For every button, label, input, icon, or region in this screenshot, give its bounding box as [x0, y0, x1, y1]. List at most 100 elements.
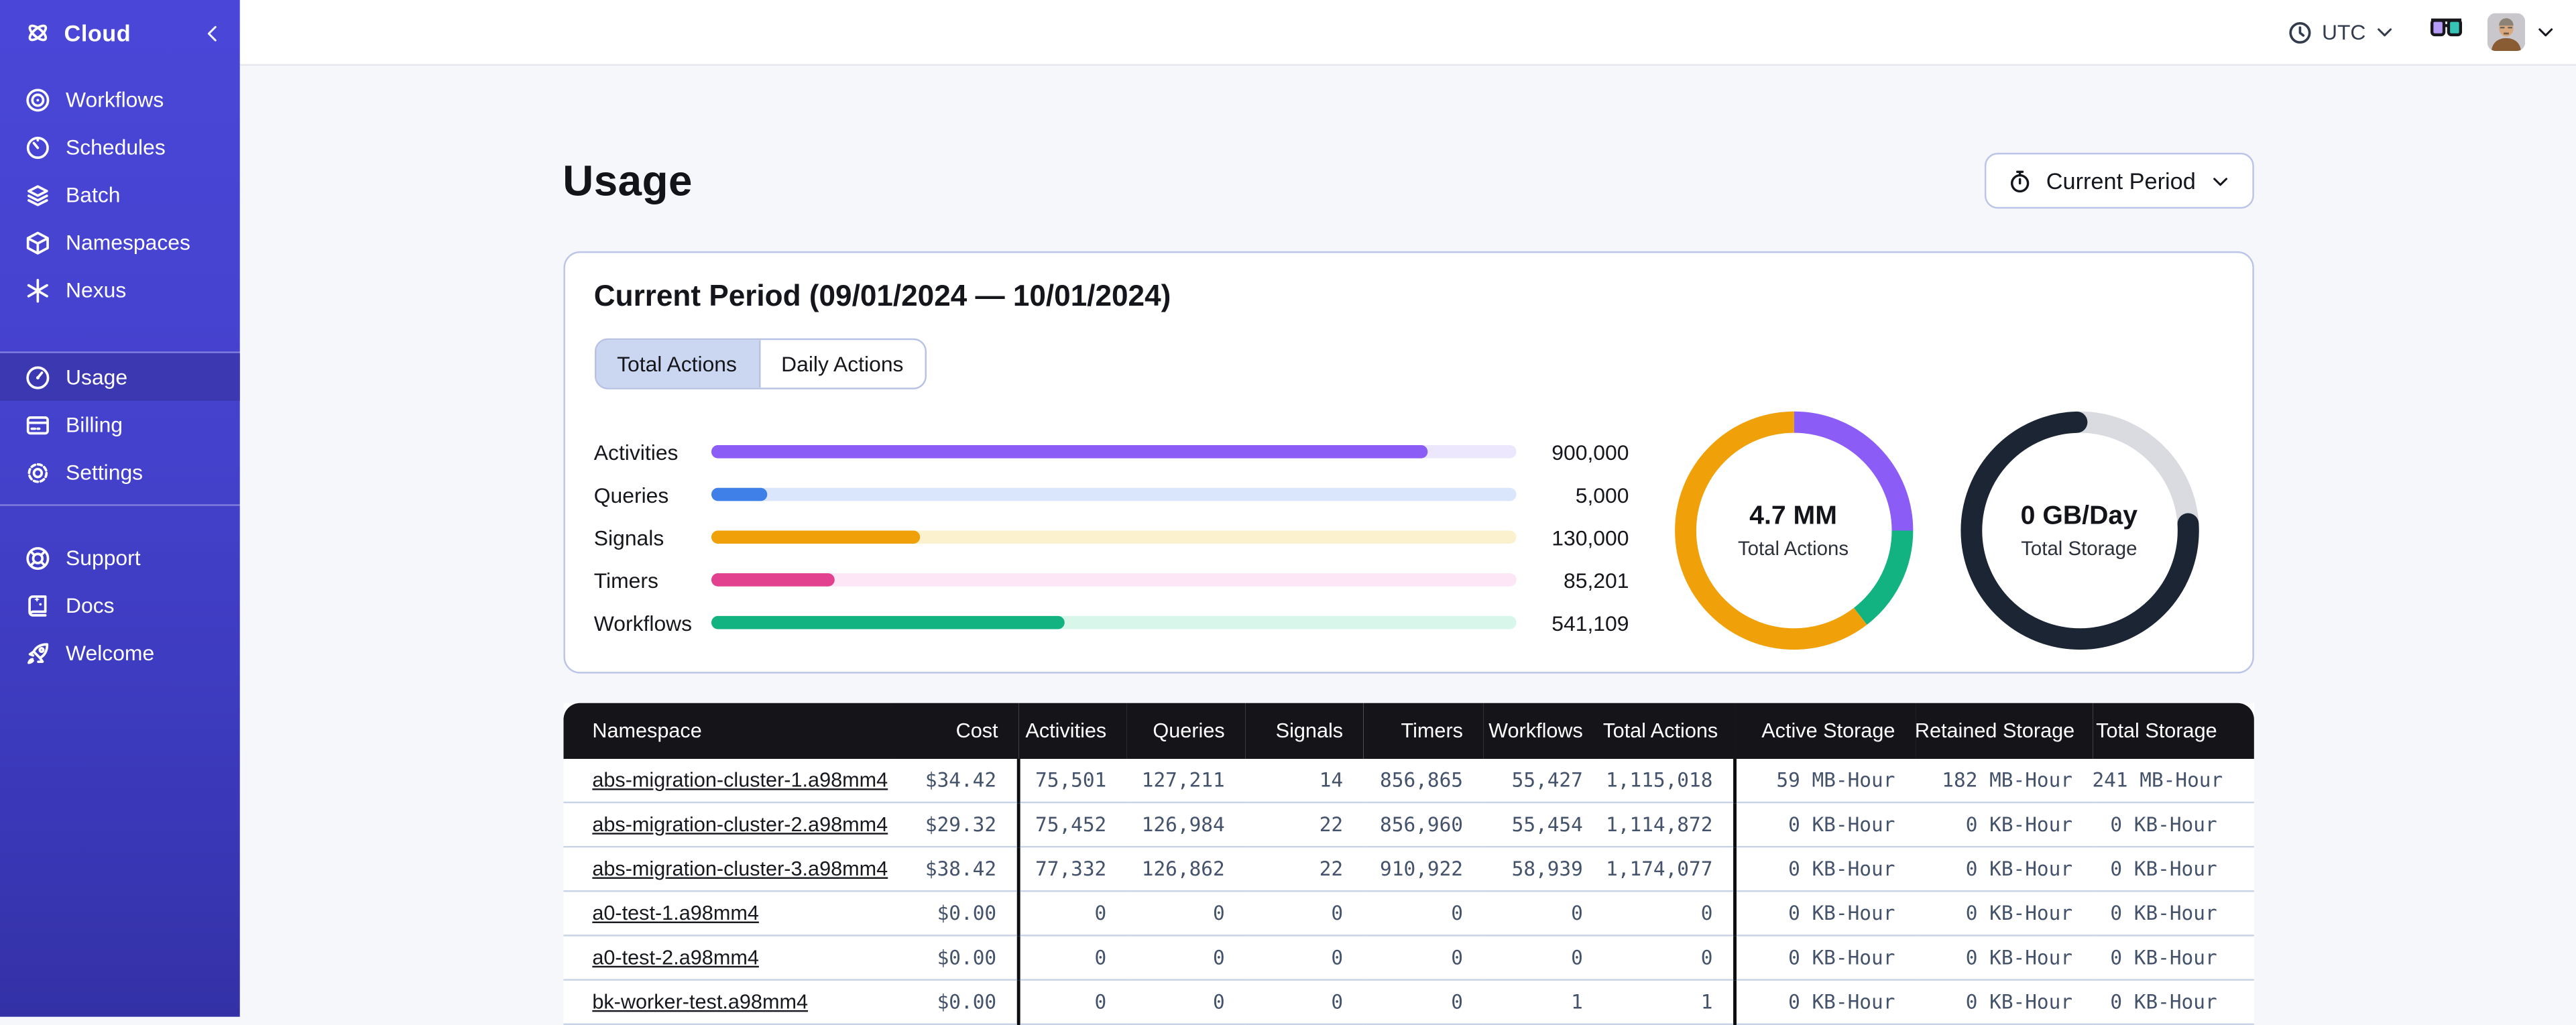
- bar-label: Timers: [593, 567, 658, 593]
- value-cell: 0: [1126, 935, 1245, 981]
- sidebar-item-batch[interactable]: Batch: [0, 171, 240, 219]
- sidebar-item-nexus[interactable]: Nexus: [0, 266, 240, 314]
- donut-value: 4.7 MM: [1749, 501, 1837, 530]
- donut-value: 0 GB/Day: [2020, 501, 2138, 530]
- bar-fill: [710, 573, 835, 587]
- value-cell: 241 MB-Hour: [2092, 759, 2253, 804]
- value-cell: 0: [1016, 935, 1126, 981]
- sidebar-item-billing[interactable]: Billing: [0, 401, 240, 448]
- tab-total-actions[interactable]: Total Actions: [595, 340, 758, 388]
- sidebar-item-schedules[interactable]: Schedules: [0, 123, 240, 171]
- bar-label: Signals: [593, 524, 664, 550]
- value-cell: 0 KB-Hour: [1732, 891, 1915, 937]
- column-header-signals: Signals: [1244, 703, 1363, 760]
- namespace-link[interactable]: a0-test-2.a98mm4: [592, 946, 759, 969]
- value-cell: 0: [1482, 891, 1603, 937]
- chevron-down-icon: [2209, 170, 2230, 192]
- app-root: Cloud Workflows Schedules Batch Namespac…: [0, 0, 2576, 1025]
- sidebar-item-welcome[interactable]: Welcome: [0, 629, 240, 676]
- value-cell: 0 KB-Hour: [1732, 935, 1915, 981]
- actions-tab-group: Total Actions Daily Actions: [593, 338, 927, 389]
- column-header-workflows: Workflows: [1482, 703, 1603, 760]
- value-cell: 1,114,872: [1602, 802, 1735, 848]
- docs-icon: [25, 592, 51, 618]
- value-cell: $34.42: [891, 759, 1018, 804]
- value-cell: 1: [1482, 979, 1603, 1025]
- value-cell: 1,174,077: [1602, 847, 1735, 892]
- value-cell: 0 KB-Hour: [1914, 935, 2093, 981]
- value-cell: 127,211: [1126, 759, 1245, 804]
- namespace-cell[interactable]: bk-worker-test.a98mm4: [563, 979, 892, 1025]
- sidebar-nav-primary: Workflows Schedules Batch Namespaces Nex…: [0, 76, 240, 314]
- column-header-total-storage: Total Storage: [2092, 703, 2253, 760]
- value-cell: $38.42: [891, 847, 1018, 892]
- glasses-button[interactable]: [2430, 18, 2463, 46]
- batch-icon: [25, 182, 51, 208]
- value-cell: 0 KB-Hour: [1732, 802, 1915, 848]
- value-cell: 0: [1362, 935, 1483, 981]
- namespace-cell[interactable]: abs-migration-cluster-2.a98mm4: [563, 802, 892, 848]
- table-body: abs-migration-cluster-1.a98mm4 $34.42 75,5…: [563, 759, 2253, 1025]
- namespace-link[interactable]: abs-migration-cluster-3.a98mm4: [592, 857, 888, 880]
- chevron-down-icon: [2374, 21, 2396, 43]
- tab-daily-actions[interactable]: Daily Actions: [758, 340, 925, 388]
- period-selector-label: Current Period: [2046, 167, 2196, 194]
- account-menu[interactable]: [2487, 13, 2557, 51]
- namespace-cell[interactable]: abs-migration-cluster-3.a98mm4: [563, 847, 892, 892]
- billing-icon: [25, 412, 51, 438]
- sidebar-item-support[interactable]: Support: [0, 534, 240, 581]
- value-cell: 126,862: [1126, 847, 1245, 892]
- period-selector-button[interactable]: Current Period: [1985, 152, 2253, 209]
- bar-value: 85,201: [1564, 567, 1629, 593]
- value-cell: 0: [1244, 891, 1363, 937]
- namespace-cell[interactable]: abs-migration-cluster-1.a98mm4: [563, 759, 892, 804]
- stopwatch-icon: [2008, 168, 2033, 193]
- namespace-link[interactable]: abs-migration-cluster-1.a98mm4: [592, 769, 888, 792]
- sidebar-nav-help: Support Docs Welcome: [0, 534, 240, 676]
- namespace-link[interactable]: abs-migration-cluster-2.a98mm4: [592, 813, 888, 836]
- usage-icon: [25, 364, 51, 390]
- column-header-queries: Queries: [1126, 703, 1245, 760]
- value-cell: 22: [1244, 847, 1363, 892]
- bar-row: Workflows 541,109: [594, 601, 1629, 644]
- value-cell: 0 KB-Hour: [2092, 935, 2253, 981]
- value-cell: 14: [1244, 759, 1363, 804]
- support-icon: [25, 544, 51, 570]
- timezone-selector[interactable]: UTC: [2278, 17, 2405, 47]
- namespace-link[interactable]: bk-worker-test.a98mm4: [592, 991, 808, 1014]
- sidebar-item-namespaces[interactable]: Namespaces: [0, 219, 240, 266]
- table-row: abs-migration-cluster-1.a98mm4 $34.42 75,5…: [563, 759, 2253, 804]
- card-heading: Current Period (09/01/2024 — 10/01/2024): [593, 279, 1171, 312]
- value-cell: 1: [1602, 979, 1735, 1025]
- bar-track: [710, 487, 1516, 501]
- table-header-row: Namespace Cost Activities Queries Signals Tim…: [563, 703, 2253, 760]
- sidebar-item-docs[interactable]: Docs: [0, 581, 240, 629]
- value-cell: 0: [1126, 891, 1245, 937]
- sidebar-item-workflows[interactable]: Workflows: [0, 76, 240, 123]
- sidebar-item-usage[interactable]: Usage: [0, 353, 240, 401]
- bar-fill: [710, 615, 1065, 629]
- sidebar-item-settings[interactable]: Settings: [0, 448, 240, 496]
- total-storage-donut: 0 GB/Day Total Storage: [1958, 409, 2201, 652]
- value-cell: 0 KB-Hour: [2092, 847, 2253, 892]
- value-cell: 0 KB-Hour: [1914, 802, 2093, 848]
- donut-center-label: 4.7 MM Total Actions: [1672, 409, 1915, 652]
- column-header-timers: Timers: [1362, 703, 1483, 760]
- namespace-link[interactable]: a0-test-1.a98mm4: [592, 902, 759, 924]
- value-cell: 0: [1602, 935, 1735, 981]
- nexus-icon: [25, 277, 51, 303]
- settings-icon: [25, 459, 51, 485]
- value-cell: 856,960: [1362, 802, 1483, 848]
- table-row: abs-migration-cluster-2.a98mm4 $29.32 75,4…: [563, 802, 2253, 848]
- column-header-cost: Cost: [891, 703, 1018, 760]
- value-cell: $0.00: [891, 935, 1018, 981]
- namespace-cell[interactable]: a0-test-2.a98mm4: [563, 935, 892, 981]
- bar-track: [710, 615, 1516, 629]
- value-cell: $0.00: [891, 891, 1018, 937]
- sidebar-collapse-button[interactable]: [202, 22, 223, 44]
- sidebar-divider: [0, 504, 240, 506]
- value-cell: 0: [1362, 979, 1483, 1025]
- bar-fill: [710, 487, 767, 501]
- namespace-cell[interactable]: a0-test-1.a98mm4: [563, 891, 892, 937]
- value-cell: 1,115,018: [1602, 759, 1735, 804]
